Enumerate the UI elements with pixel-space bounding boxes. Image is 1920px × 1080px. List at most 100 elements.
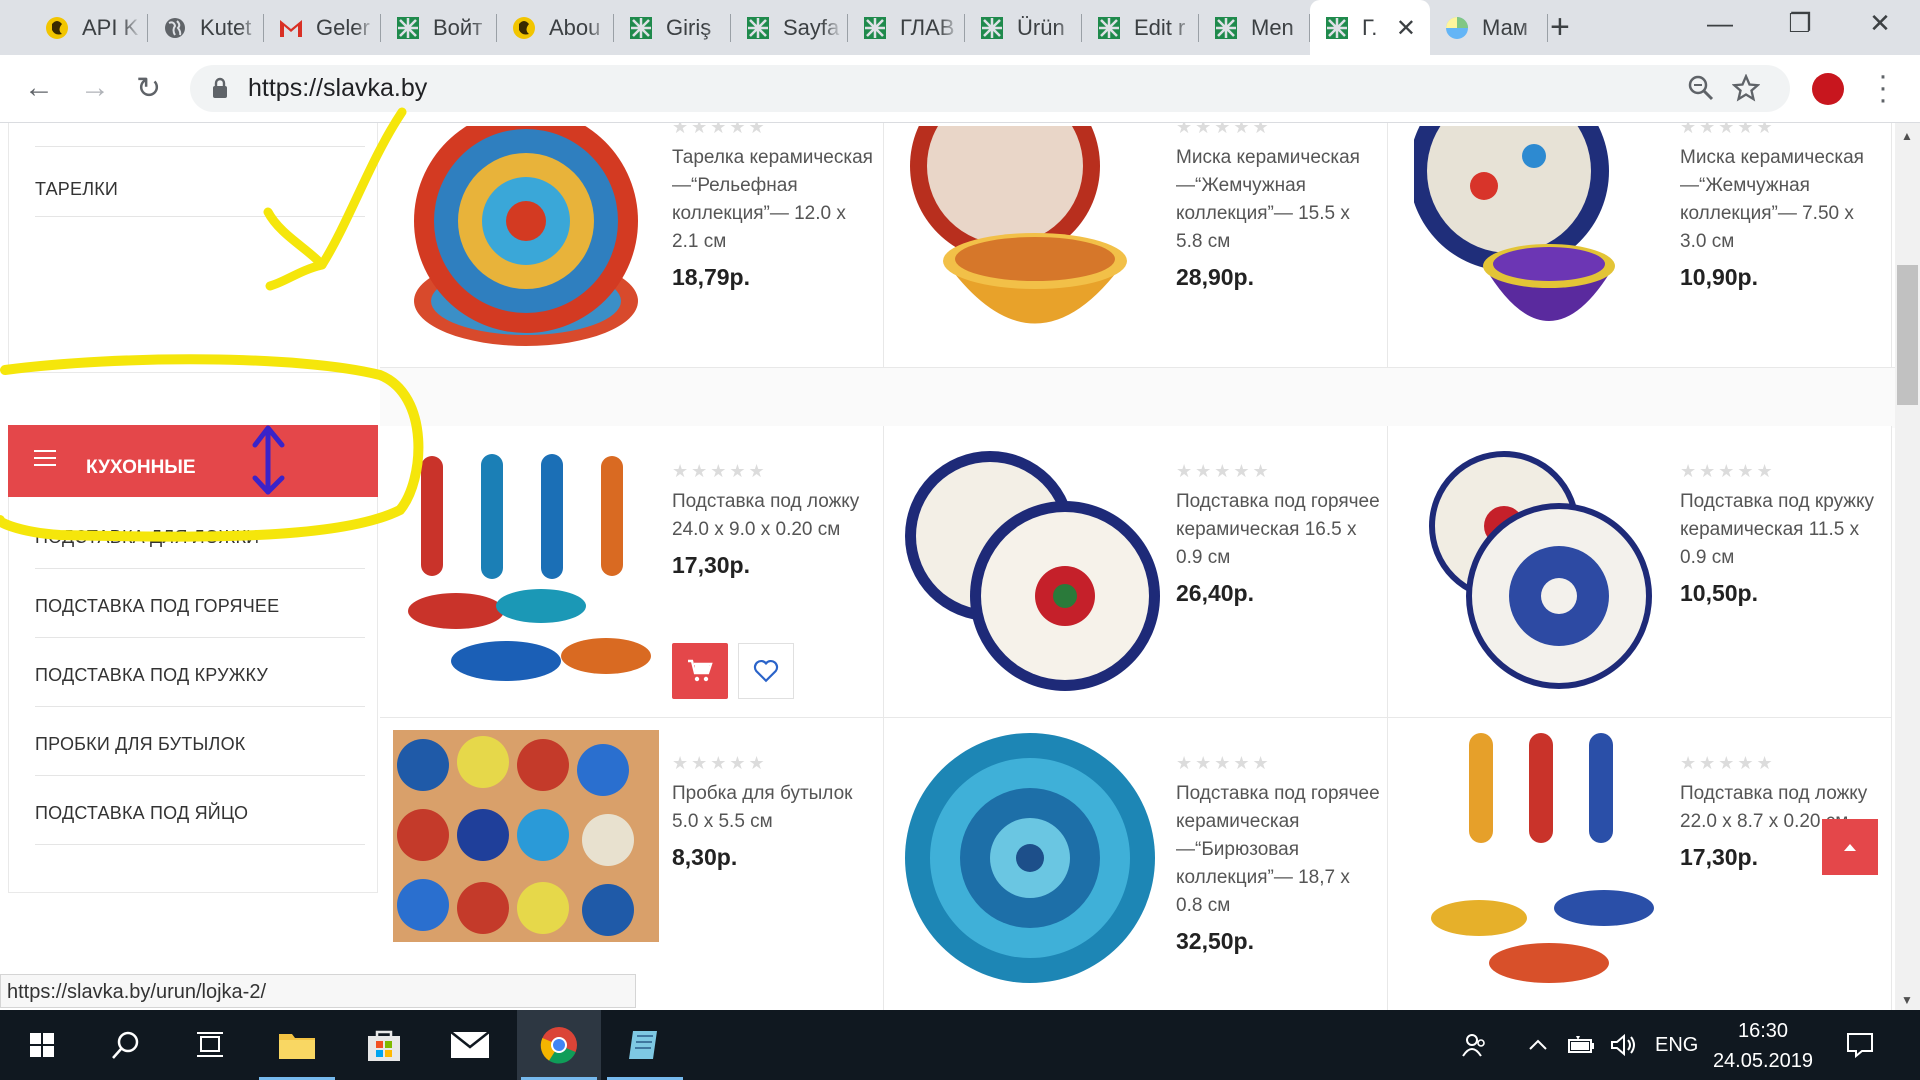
product-name[interactable]: Подставка под горячее керамическая —“Бир… xyxy=(1176,780,1381,920)
colorful-circle-icon xyxy=(1444,15,1470,41)
sidebar-item-trivet[interactable]: ПОДСТАВКА ПОД ГОРЯЧЕЕ xyxy=(35,596,365,617)
product-card[interactable]: ★★★★★ Подставка под кружку керамическая … xyxy=(1388,426,1892,718)
product-image[interactable] xyxy=(392,446,660,696)
browser-tab[interactable]: Men xyxy=(1199,0,1310,55)
scroll-up-arrow-icon[interactable]: ▲ xyxy=(1901,129,1913,143)
rating-stars: ★★★★★ xyxy=(1176,123,1272,137)
close-window-button[interactable]: ✕ xyxy=(1860,8,1900,39)
rating-stars: ★★★★★ xyxy=(1680,461,1776,481)
sidebar-item-spoon-rest[interactable]: ПОДСТАВКА ДЛЯ ЛОЖКИ xyxy=(35,527,365,548)
tab-title: Geler xyxy=(316,14,370,40)
browser-tab[interactable]: Войт xyxy=(381,0,497,55)
page-scrollbar[interactable]: ▲ ▼ xyxy=(1895,123,1920,1010)
product-name[interactable]: Пробка для бутылок 5.0 x 5.5 см xyxy=(672,780,877,836)
forward-icon[interactable]: → xyxy=(80,71,110,105)
browser-toolbar: ← → ↻ https://slavka.by xyxy=(0,55,1920,123)
product-image[interactable] xyxy=(1400,123,1668,358)
sidebar-item-coaster[interactable]: ПОДСТАВКА ПОД КРУЖКУ xyxy=(35,665,365,686)
system-clock[interactable]: 16:30 24.05.2019 xyxy=(1708,1016,1818,1076)
sidebar-item-bottle-stoppers[interactable]: ПРОБКИ ДЛЯ БУТЫЛОК xyxy=(35,734,365,755)
bookmark-star-icon[interactable] xyxy=(1732,74,1760,102)
sidebar-item-egg-cup[interactable]: ПОДСТАВКА ПОД ЯЙЦО xyxy=(35,803,365,824)
category-header[interactable]: КУХОННЫЕ ПРИНАДЛЕЖНОСТИ xyxy=(8,425,378,497)
product-name[interactable]: Миска керамическая —“Жемчужная коллекция… xyxy=(1680,144,1885,256)
product-image[interactable] xyxy=(1400,446,1668,696)
browser-tab[interactable]: Мам xyxy=(1430,0,1548,55)
tab-active[interactable]: Г. ✕ xyxy=(1310,0,1430,55)
notepad-taskbar-button[interactable] xyxy=(603,1010,687,1080)
product-name[interactable]: Подставка под кружку керамическая 11.5 x… xyxy=(1680,488,1885,572)
store-button[interactable] xyxy=(342,1010,426,1080)
product-card[interactable]: ★★★★★ Тарелка керамическая —“Рельефная к… xyxy=(380,123,884,368)
browser-tab[interactable]: Edit r xyxy=(1082,0,1199,55)
volume-icon[interactable] xyxy=(1610,1010,1638,1080)
people-icon[interactable] xyxy=(1462,1010,1488,1080)
product-card[interactable]: ★★★★★ Миска керамическая —“Жемчужная кол… xyxy=(884,123,1388,368)
tab-title: API K xyxy=(82,14,139,40)
chrome-taskbar-button[interactable] xyxy=(517,1010,601,1080)
browser-tab[interactable]: Giriş xyxy=(614,0,731,55)
tray-expand-chevron-icon[interactable] xyxy=(1528,1010,1548,1080)
sidebar-item-plates[interactable]: ТАРЕЛКИ xyxy=(35,179,365,200)
new-tab-button[interactable]: + xyxy=(1550,8,1570,47)
browser-tab[interactable]: Kutet xyxy=(148,0,264,55)
minimize-button[interactable]: — xyxy=(1700,8,1740,39)
task-view-button[interactable] xyxy=(168,1010,252,1080)
product-name[interactable]: Тарелка керамическая —“Рельефная коллекц… xyxy=(672,144,877,256)
product-card[interactable]: ★★★★★ Подставка под ложку 24.0 x 9.0 x 0… xyxy=(380,426,884,718)
product-image[interactable] xyxy=(896,446,1164,696)
url-text[interactable]: https://slavka.by xyxy=(248,74,427,103)
input-language[interactable]: ENG xyxy=(1655,1010,1698,1080)
product-name[interactable]: Подставка под горячее керамическая 16.5 … xyxy=(1176,488,1381,572)
start-button[interactable] xyxy=(0,1010,84,1080)
product-card[interactable]: ★★★★★ Пробка для бутылок 5.0 x 5.5 см 8,… xyxy=(380,718,884,1010)
browser-tab[interactable]: Sayfa xyxy=(731,0,848,55)
browser-tab[interactable]: ГЛАВ xyxy=(848,0,965,55)
chevron-up-icon xyxy=(1844,844,1856,851)
product-image[interactable] xyxy=(896,123,1164,358)
product-card[interactable]: ★★★★★ Подставка под горячее керамическая… xyxy=(884,718,1388,1010)
address-bar[interactable]: https://slavka.by xyxy=(190,65,1790,112)
tab-title: Kutet xyxy=(200,14,252,40)
green-pattern-icon xyxy=(628,15,654,41)
green-pattern-icon xyxy=(1324,15,1350,41)
browser-tab[interactable]: Abou xyxy=(497,0,614,55)
product-image[interactable] xyxy=(896,728,1164,988)
cart-icon xyxy=(688,659,713,682)
hamburger-icon[interactable] xyxy=(34,450,56,471)
product-image[interactable] xyxy=(392,123,660,358)
action-center-icon[interactable] xyxy=(1846,1010,1874,1080)
product-image[interactable] xyxy=(392,728,660,943)
product-card[interactable]: ★★★★★ Миска керамическая —“Жемчужная кол… xyxy=(1388,123,1892,368)
browser-tab[interactable]: Ürün xyxy=(965,0,1082,55)
add-to-cart-button[interactable] xyxy=(672,643,728,699)
reload-icon[interactable]: ↻ xyxy=(136,71,161,106)
file-explorer-button[interactable] xyxy=(255,1010,339,1080)
browser-tab[interactable]: API K xyxy=(30,0,148,55)
yellow-logo-icon xyxy=(511,15,537,41)
browser-menu-icon[interactable]: · · · xyxy=(1878,61,1888,115)
product-card[interactable]: ★★★★★ Подставка под горячее керамическая… xyxy=(884,426,1388,718)
close-tab-icon[interactable]: ✕ xyxy=(1396,14,1416,43)
product-name[interactable]: Подставка под ложку 24.0 x 9.0 x 0.20 см xyxy=(672,488,877,544)
back-icon[interactable]: ← xyxy=(24,71,54,105)
tab-strip: API K Kutet Geler Войт Abou Giriş Sayfa ГЛАВ Ürü… xyxy=(0,0,1920,55)
scroll-down-arrow-icon[interactable]: ▼ xyxy=(1901,993,1913,1007)
scroll-to-top-button[interactable] xyxy=(1822,819,1878,875)
scroll-thumb[interactable] xyxy=(1897,265,1918,405)
tab-title: Войт xyxy=(433,14,483,40)
wishlist-button[interactable] xyxy=(738,643,794,699)
battery-icon[interactable] xyxy=(1566,1010,1596,1080)
mail-button[interactable] xyxy=(428,1010,512,1080)
browser-tab[interactable]: Geler xyxy=(264,0,381,55)
page-content: ТАРЕЛКИ КУХОННЫЕ ПРИНАДЛЕЖНОСТИ ПОДСТАВК… xyxy=(0,123,1895,1010)
product-name[interactable]: Миска керамическая —“Жемчужная коллекция… xyxy=(1176,144,1381,256)
restore-button[interactable]: ❐ xyxy=(1780,8,1820,39)
product-card[interactable]: ★★★★★ Подставка под ложку 22.0 x 8.7 x 0… xyxy=(1388,718,1892,1010)
tab-title: Men xyxy=(1251,14,1294,40)
search-button[interactable] xyxy=(84,1010,168,1080)
profile-avatar[interactable] xyxy=(1812,73,1844,105)
product-image[interactable] xyxy=(1400,728,1668,988)
category-title: КУХОННЫЕ ПРИНАДЛЕЖНОСТИ xyxy=(86,457,278,497)
zoom-icon[interactable] xyxy=(1687,74,1715,102)
